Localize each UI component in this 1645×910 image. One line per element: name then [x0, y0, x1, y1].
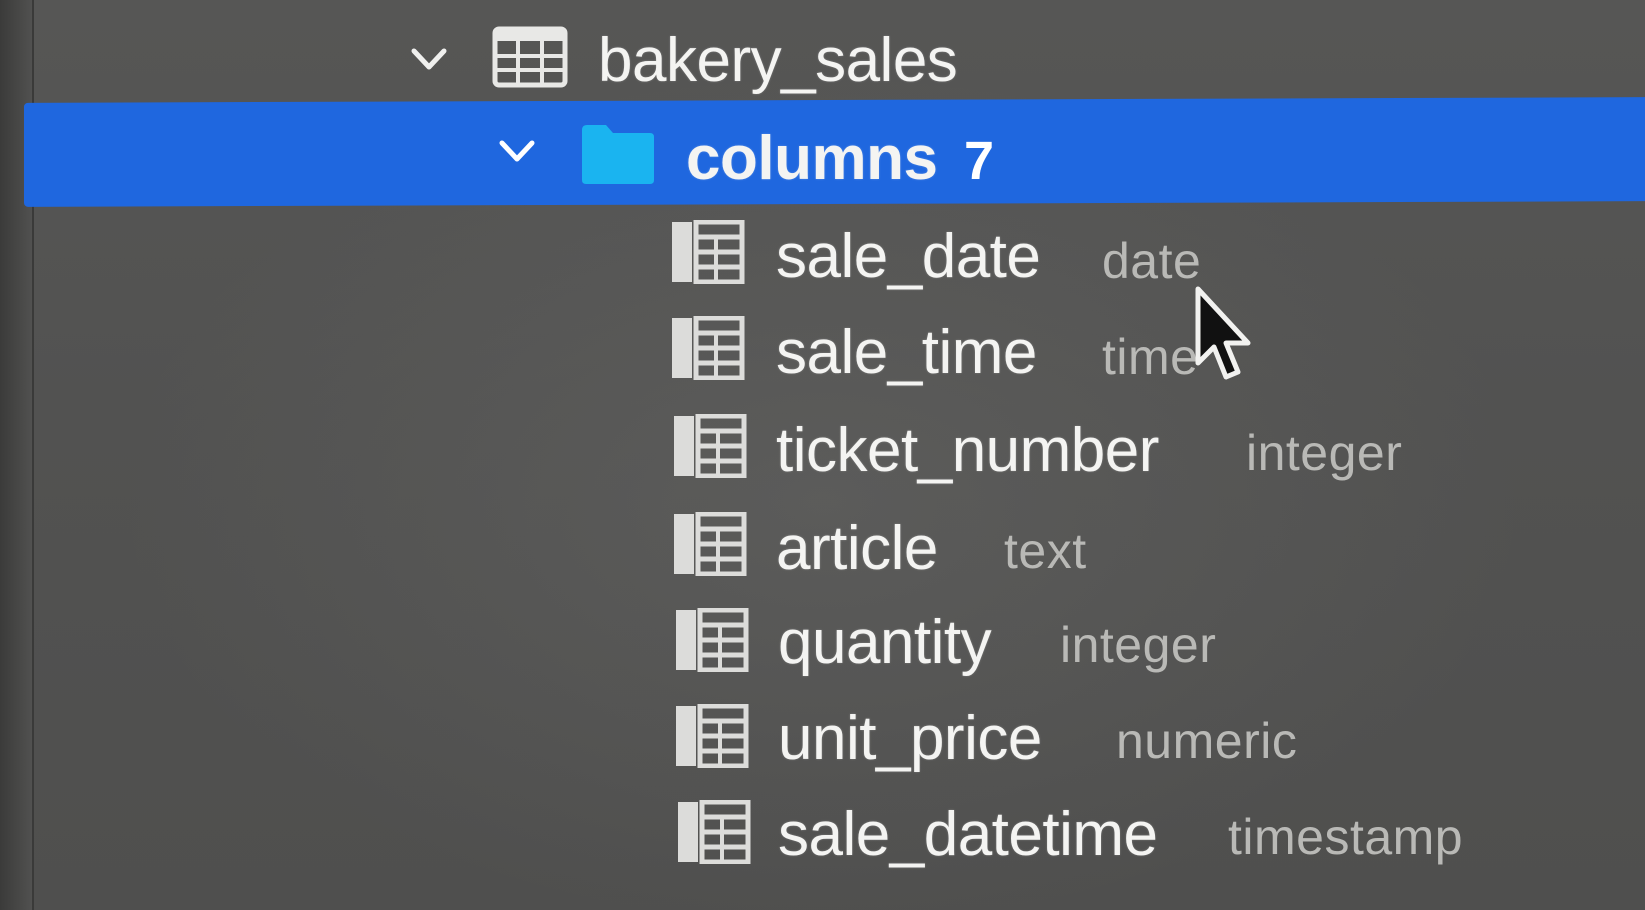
folder-label: columns — [686, 124, 938, 193]
column-type: date — [1102, 233, 1202, 289]
schema-tree: bakery_sales columns 7 sale_date date sa… — [0, 0, 1645, 910]
column-name: unit_price — [778, 704, 1042, 773]
tree-row-column[interactable]: sale_date date — [0, 208, 1645, 308]
tree-row-column[interactable]: quantity integer — [0, 594, 1645, 694]
column-icon — [670, 219, 746, 285]
tree-row-column[interactable]: ticket_number integer — [0, 400, 1645, 500]
column-name: article — [776, 514, 938, 583]
column-icon — [674, 607, 750, 673]
column-icon — [676, 799, 752, 865]
tree-row-columns-folder[interactable]: columns 7 — [0, 96, 1645, 207]
tree-row-column[interactable]: sale_time time — [0, 304, 1645, 404]
table-name: bakery_sales — [598, 26, 958, 95]
column-type: timestamp — [1228, 809, 1464, 865]
column-icon — [672, 511, 748, 577]
chevron-down-icon[interactable] — [498, 132, 536, 170]
mouse-pointer-icon — [1190, 285, 1260, 385]
column-type: integer — [1246, 425, 1403, 481]
tree-row-column[interactable]: article text — [0, 498, 1645, 598]
column-type: text — [1004, 523, 1087, 579]
column-count-badge: 7 — [964, 131, 995, 191]
column-type: numeric — [1116, 713, 1298, 769]
column-name: sale_datetime — [778, 800, 1158, 869]
column-type: time — [1102, 329, 1199, 385]
column-icon — [674, 703, 750, 769]
tree-row-table[interactable]: bakery_sales — [0, 10, 1645, 110]
chevron-down-icon[interactable] — [410, 40, 448, 78]
table-icon — [492, 26, 568, 88]
column-name: sale_time — [776, 318, 1037, 387]
column-name: sale_date — [776, 222, 1041, 291]
tree-row-column[interactable]: sale_datetime timestamp — [0, 786, 1645, 886]
folder-icon — [580, 122, 656, 186]
column-type: integer — [1060, 617, 1217, 673]
column-icon — [672, 413, 748, 479]
column-name: quantity — [778, 608, 992, 677]
column-name: ticket_number — [776, 416, 1159, 485]
tree-row-column[interactable]: unit_price numeric — [0, 690, 1645, 790]
column-icon — [670, 315, 746, 381]
database-explorer: bakery_sales columns 7 sale_date date sa… — [0, 0, 1645, 910]
